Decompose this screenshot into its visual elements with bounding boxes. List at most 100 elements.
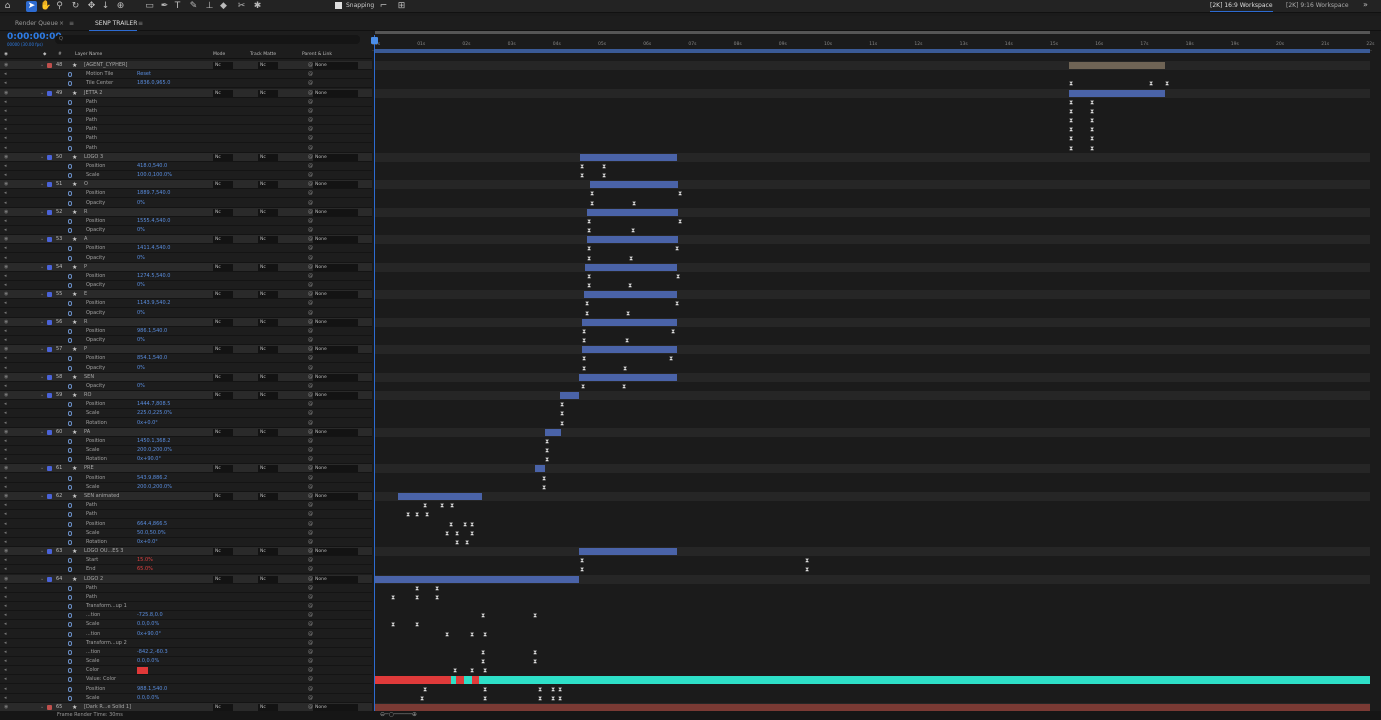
stopwatch-icon[interactable]: [68, 145, 72, 151]
keyframe-icon[interactable]: ⧗: [481, 658, 485, 665]
label-color-icon[interactable]: [47, 264, 52, 270]
layer-duration-bar[interactable]: [579, 373, 677, 381]
stopwatch-icon[interactable]: [68, 402, 72, 408]
keyframe-nav-icon[interactable]: ◂: [4, 620, 7, 629]
keyframe-icon[interactable]: ⧗: [455, 539, 459, 546]
stopwatch-icon[interactable]: [68, 218, 72, 224]
parent-select[interactable]: None: [313, 465, 358, 473]
keyframe-icon[interactable]: ⧗: [420, 695, 424, 702]
parent-select[interactable]: None: [313, 62, 358, 69]
keyframe-nav-icon[interactable]: ◂: [4, 125, 7, 134]
pickwhip-icon[interactable]: @: [308, 153, 313, 162]
keyframe-icon[interactable]: ⧗: [587, 273, 591, 280]
mode-select[interactable]: Nc: [213, 392, 233, 400]
keyframe-icon[interactable]: ⧗: [587, 227, 591, 234]
pickwhip-icon[interactable]: @: [308, 354, 313, 363]
keyframe-icon[interactable]: ⧗: [425, 511, 429, 518]
pickwhip-icon[interactable]: @: [308, 134, 313, 143]
pickwhip-icon[interactable]: @: [308, 611, 313, 620]
eye-icon[interactable]: ◉: [4, 208, 8, 217]
pickwhip-icon[interactable]: @: [308, 318, 313, 327]
keyframe-icon[interactable]: ⧗: [423, 502, 427, 509]
property-value[interactable]: 0%: [137, 281, 145, 290]
keyframe-nav-icon[interactable]: ◂: [4, 556, 7, 565]
expand-icon[interactable]: ⌄: [40, 290, 44, 299]
property-value[interactable]: 0%: [137, 364, 145, 373]
keyframe-icon[interactable]: ⧗: [450, 502, 454, 509]
layer-duration-bar[interactable]: [560, 392, 579, 400]
layer-name[interactable]: P: [84, 345, 87, 354]
pickwhip-icon[interactable]: @: [308, 492, 313, 501]
keyframe-icon[interactable]: ⧗: [560, 420, 564, 427]
layer-row[interactable]: ◉ ⌄ 56 ★ R Nc Nc None @: [0, 317, 372, 327]
mode-select[interactable]: Nc: [213, 703, 233, 711]
layer-duration-bar[interactable]: [582, 318, 677, 326]
keyframe-icon[interactable]: ⧗: [1090, 145, 1094, 152]
property-row[interactable]: ◂ Position 854.1,540.0 @: [0, 354, 372, 364]
keyframe-icon[interactable]: ⧗: [551, 686, 555, 693]
property-row[interactable]: ◂ Rotation 0x+90.0° @: [0, 455, 372, 465]
keyframe-icon[interactable]: ⧗: [582, 337, 586, 344]
keyframe-icon[interactable]: ⧗: [545, 456, 549, 463]
keyframe-icon[interactable]: ⧗: [423, 686, 427, 693]
property-row[interactable]: ◂ Path @: [0, 144, 372, 153]
layer-duration-bar[interactable]: [398, 492, 482, 500]
timecode[interactable]: 0:00:00:00: [7, 32, 62, 42]
layer-row[interactable]: ◉ ⌄ 64 ★ LOGO 2 Nc Nc None @: [0, 574, 372, 584]
parent-select[interactable]: None: [313, 208, 358, 216]
layer-row[interactable]: ◉ ⌄ 61 ★ PRE Nc Nc None @: [0, 464, 372, 474]
stopwatch-icon[interactable]: [68, 72, 72, 78]
property-row[interactable]: ◂ Path @: [0, 107, 372, 116]
expand-icon[interactable]: ⌄: [40, 180, 44, 189]
mode-select[interactable]: Nc: [213, 428, 233, 436]
property-value[interactable]: 200.0,200.0%: [137, 483, 172, 492]
keyframe-nav-icon[interactable]: ◂: [4, 272, 7, 281]
pickwhip-icon[interactable]: @: [308, 529, 313, 538]
keyframe-icon[interactable]: ⧗: [805, 566, 809, 573]
property-row[interactable]: ◂ Opacity 0% @: [0, 199, 372, 208]
parent-select[interactable]: None: [313, 703, 358, 711]
keyframe-icon[interactable]: ⧗: [533, 612, 537, 619]
property-row[interactable]: ◂ Scale 50.0,50.0% @: [0, 529, 372, 538]
layer-name[interactable]: PRE: [84, 464, 94, 473]
track-matte-select[interactable]: Nc: [258, 428, 278, 436]
pickwhip-icon[interactable]: @: [308, 520, 313, 529]
track-matte-select[interactable]: Nc: [258, 181, 278, 189]
stopwatch-icon[interactable]: [68, 640, 72, 646]
keyframe-icon[interactable]: ⧗: [445, 631, 449, 638]
keyframe-icon[interactable]: ⧗: [805, 557, 809, 564]
keyframe-icon[interactable]: ⧗: [632, 200, 636, 207]
eye-icon[interactable]: ◉: [4, 290, 8, 299]
label-color-icon[interactable]: [47, 466, 52, 472]
property-value[interactable]: 664.4,866.5: [137, 520, 167, 529]
keyframe-icon[interactable]: ⧗: [582, 355, 586, 362]
label-color-icon[interactable]: [47, 63, 52, 68]
expand-icon[interactable]: ⌄: [40, 208, 44, 217]
keyframe-icon[interactable]: ⧗: [533, 649, 537, 656]
keyframe-nav-icon[interactable]: ◂: [4, 602, 7, 611]
layer-name[interactable]: [AGENT_CYPHER]: [84, 61, 127, 70]
keyframe-nav-icon[interactable]: ◂: [4, 630, 7, 639]
property-row[interactable]: ◂ Path @: [0, 584, 372, 593]
keyframe-icon[interactable]: ⧗: [1069, 145, 1073, 152]
keyframe-icon[interactable]: ⧗: [622, 383, 626, 390]
property-value[interactable]: 65.0%: [137, 565, 153, 574]
keyframe-icon[interactable]: ⧗: [435, 594, 439, 601]
stopwatch-icon[interactable]: [68, 604, 72, 610]
pickwhip-icon[interactable]: @: [308, 290, 313, 299]
pickwhip-icon[interactable]: @: [308, 556, 313, 565]
layer-name[interactable]: LOGO 2: [84, 575, 103, 584]
property-row[interactable]: ◂ Opacity 0% @: [0, 309, 372, 318]
label-color-icon[interactable]: [47, 493, 52, 499]
keyframe-icon[interactable]: ⧗: [1165, 80, 1169, 87]
keyframe-nav-icon[interactable]: ◂: [4, 400, 7, 409]
eye-icon[interactable]: ◉: [4, 263, 8, 272]
property-row[interactable]: ◂ End 65.0% @: [0, 565, 372, 575]
property-value[interactable]: 0%: [137, 336, 145, 345]
keyframe-icon[interactable]: ⧗: [542, 475, 546, 482]
keyframe-icon[interactable]: ⧗: [415, 621, 419, 628]
layer-duration-bar[interactable]: [585, 263, 677, 271]
property-value[interactable]: 0x+0.0°: [137, 419, 158, 428]
expand-icon[interactable]: ⌄: [40, 428, 44, 437]
keyframe-icon[interactable]: ⧗: [631, 227, 635, 234]
